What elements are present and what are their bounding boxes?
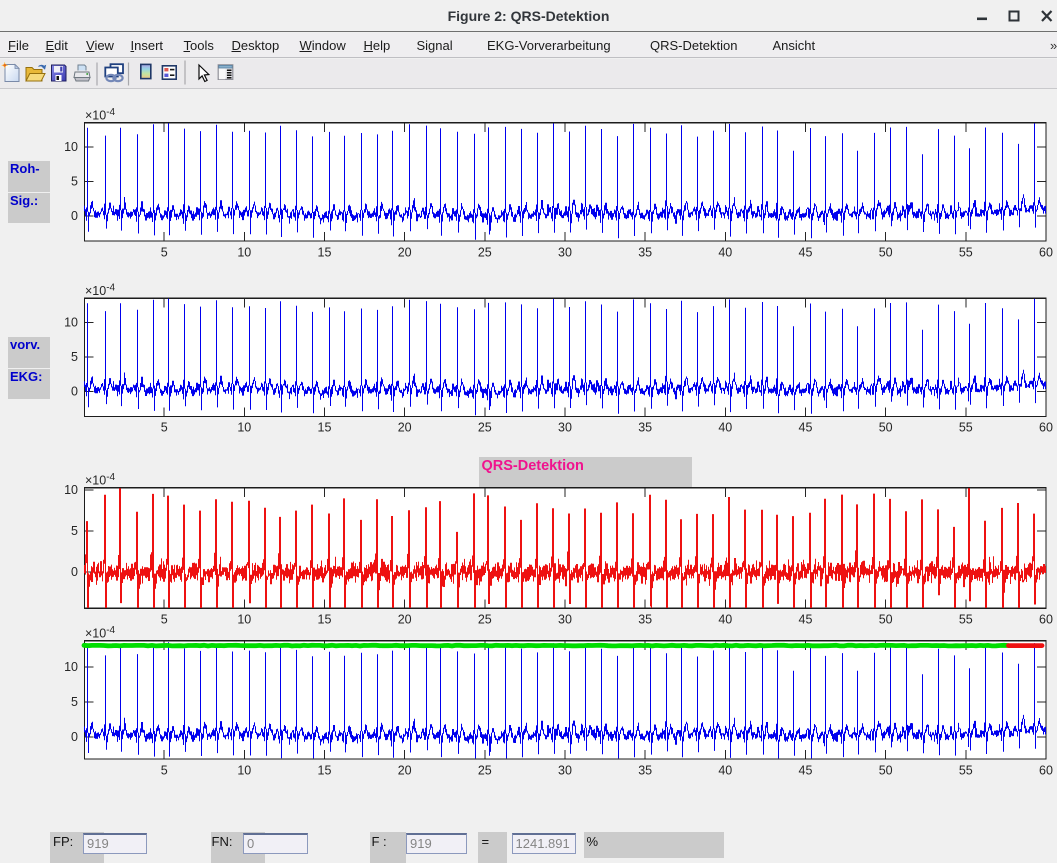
svg-text:30: 30 xyxy=(558,764,572,778)
svg-text:50: 50 xyxy=(879,764,893,778)
svg-text:35: 35 xyxy=(638,246,652,260)
svg-text:50: 50 xyxy=(879,613,893,627)
svg-text:20: 20 xyxy=(398,764,412,778)
svg-text:15: 15 xyxy=(318,613,332,627)
svg-text:5: 5 xyxy=(71,350,78,364)
svg-text:10: 10 xyxy=(237,764,251,778)
svg-text:10: 10 xyxy=(64,140,78,154)
svg-text:60: 60 xyxy=(1039,421,1053,435)
svg-text:35: 35 xyxy=(638,764,652,778)
svg-text:5: 5 xyxy=(71,524,78,538)
svg-text:45: 45 xyxy=(799,421,813,435)
svg-text:10: 10 xyxy=(237,613,251,627)
svg-text:20: 20 xyxy=(398,246,412,260)
svg-text:5: 5 xyxy=(161,246,168,260)
svg-text:10: 10 xyxy=(64,483,78,497)
svg-text:30: 30 xyxy=(558,246,572,260)
svg-text:20: 20 xyxy=(398,421,412,435)
svg-text:5: 5 xyxy=(71,695,78,709)
svg-text:40: 40 xyxy=(718,421,732,435)
svg-text:10: 10 xyxy=(64,316,78,330)
svg-text:45: 45 xyxy=(799,764,813,778)
svg-text:×10-4: ×10-4 xyxy=(85,472,116,488)
svg-text:25: 25 xyxy=(478,764,492,778)
svg-text:55: 55 xyxy=(959,421,973,435)
svg-text:30: 30 xyxy=(558,613,572,627)
svg-text:20: 20 xyxy=(398,613,412,627)
svg-text:15: 15 xyxy=(318,421,332,435)
svg-text:60: 60 xyxy=(1039,246,1053,260)
svg-text:0: 0 xyxy=(71,209,78,223)
svg-text:50: 50 xyxy=(879,246,893,260)
svg-text:40: 40 xyxy=(718,613,732,627)
svg-text:25: 25 xyxy=(478,421,492,435)
svg-text:0: 0 xyxy=(71,730,78,744)
svg-text:30: 30 xyxy=(558,421,572,435)
svg-text:15: 15 xyxy=(318,246,332,260)
svg-text:40: 40 xyxy=(718,764,732,778)
svg-text:5: 5 xyxy=(161,764,168,778)
svg-text:25: 25 xyxy=(478,613,492,627)
svg-text:35: 35 xyxy=(638,421,652,435)
svg-text:50: 50 xyxy=(879,421,893,435)
svg-text:55: 55 xyxy=(959,246,973,260)
svg-text:0: 0 xyxy=(71,385,78,399)
svg-text:5: 5 xyxy=(71,175,78,189)
svg-text:55: 55 xyxy=(959,764,973,778)
svg-text:60: 60 xyxy=(1039,764,1053,778)
svg-text:55: 55 xyxy=(959,613,973,627)
svg-text:35: 35 xyxy=(638,613,652,627)
svg-text:5: 5 xyxy=(161,613,168,627)
svg-text:×10-4: ×10-4 xyxy=(85,107,116,123)
svg-text:45: 45 xyxy=(799,246,813,260)
svg-text:40: 40 xyxy=(718,246,732,260)
svg-text:45: 45 xyxy=(799,613,813,627)
svg-text:×10-4: ×10-4 xyxy=(85,625,116,641)
svg-text:10: 10 xyxy=(237,246,251,260)
svg-text:×10-4: ×10-4 xyxy=(85,283,116,299)
svg-text:10: 10 xyxy=(64,660,78,674)
svg-text:10: 10 xyxy=(237,421,251,435)
svg-text:25: 25 xyxy=(478,246,492,260)
svg-text:15: 15 xyxy=(318,764,332,778)
svg-text:5: 5 xyxy=(161,421,168,435)
svg-text:60: 60 xyxy=(1039,613,1053,627)
svg-text:0: 0 xyxy=(71,565,78,579)
